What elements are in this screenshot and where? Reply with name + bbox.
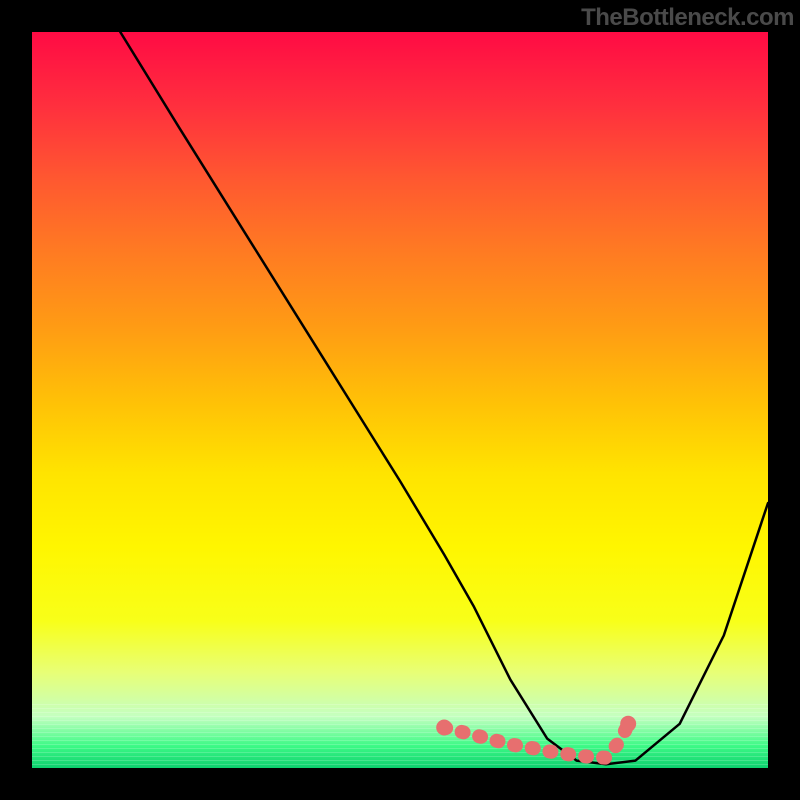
watermark-label: TheBottleneck.com bbox=[581, 4, 794, 32]
marker-cap bbox=[436, 720, 452, 736]
bottleneck-curve bbox=[120, 32, 768, 764]
marker-dash bbox=[444, 724, 628, 758]
curve-overlay bbox=[0, 0, 800, 800]
marker-cap bbox=[620, 716, 636, 732]
chart-stage: TheBottleneck.com bbox=[0, 0, 800, 800]
